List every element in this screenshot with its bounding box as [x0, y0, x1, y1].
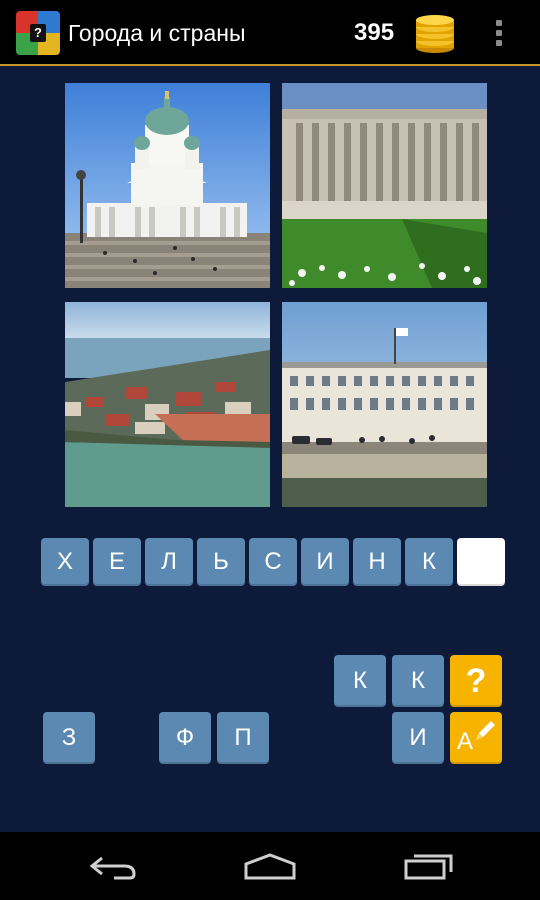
letter-tile[interactable]: З [43, 712, 95, 764]
app-icon-question: ? [30, 24, 46, 42]
answer-slot[interactable]: Л [145, 538, 193, 586]
answer-slot[interactable]: С [249, 538, 297, 586]
home-icon[interactable] [243, 852, 297, 880]
recents-icon[interactable] [404, 852, 454, 880]
letter-tile[interactable]: Ф [159, 712, 211, 764]
letter-tile[interactable]: И [392, 712, 444, 764]
action-bar: ? Города и страны 395 [0, 0, 540, 66]
coins-count: 395 [354, 19, 395, 46]
reveal-letter-label: A [457, 728, 474, 755]
overflow-menu-icon[interactable] [496, 20, 504, 50]
answer-slot[interactable]: Н [353, 538, 401, 586]
photo-cathedral[interactable] [65, 83, 270, 288]
letter-tile[interactable]: П [217, 712, 269, 764]
answer-slot[interactable]: И [301, 538, 349, 586]
reveal-letter-button[interactable]: A [450, 712, 502, 764]
letter-tile[interactable]: К [392, 655, 444, 707]
system-nav-bar [0, 832, 540, 900]
letter-tile[interactable]: К [334, 655, 386, 707]
answer-slot-empty[interactable] [457, 538, 505, 586]
answer-slot[interactable]: К [405, 538, 453, 586]
app-icon: ? [16, 11, 60, 55]
photo-palace-waterfront[interactable] [282, 302, 487, 507]
coin-stack-icon[interactable] [412, 12, 458, 54]
answer-slot[interactable]: Ь [197, 538, 245, 586]
back-icon[interactable] [88, 854, 138, 880]
photo-parliament[interactable] [282, 83, 487, 288]
answer-slot[interactable]: Х [41, 538, 89, 586]
hint-button[interactable]: ? [450, 655, 502, 707]
page-title: Города и страны [68, 20, 246, 46]
answer-slot[interactable]: Е [93, 538, 141, 586]
photo-aerial-city[interactable] [65, 302, 270, 507]
pencil-icon [476, 721, 495, 740]
